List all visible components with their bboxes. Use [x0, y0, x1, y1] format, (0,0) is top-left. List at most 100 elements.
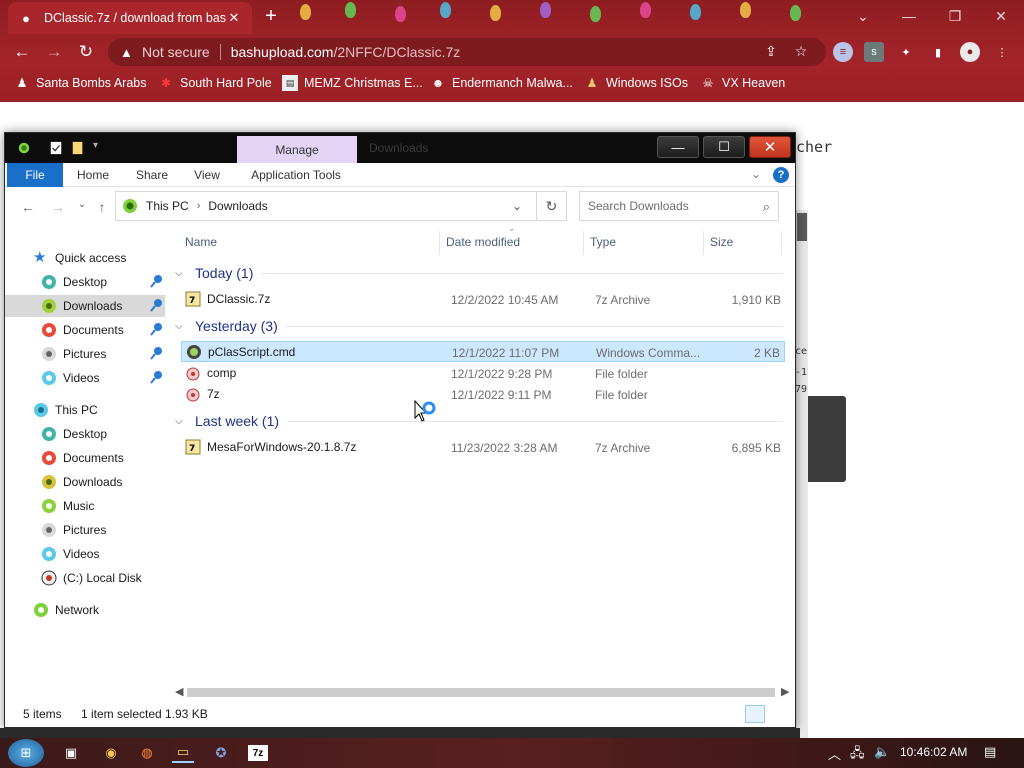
pin-icon[interactable]	[149, 322, 163, 338]
notifications-icon[interactable]: ▤	[984, 744, 996, 760]
tab-file[interactable]: File	[7, 163, 63, 187]
pin-icon[interactable]	[149, 370, 163, 386]
tab-search-icon[interactable]: ⌄	[840, 0, 886, 32]
taskbar-clock[interactable]: 10:46:02 AM	[900, 745, 967, 759]
nav-network[interactable]: Network	[5, 599, 165, 621]
explorer-address-bar[interactable]: This PC › Downloads ⌄ ↻	[115, 191, 567, 221]
pin-icon[interactable]	[149, 274, 163, 290]
browser-tab-active[interactable]: ● DClassic.7z / download from bashupload…	[8, 2, 252, 34]
file-explorer-taskbar-icon[interactable]: ▭	[172, 743, 194, 763]
reload-button[interactable]: ↻	[74, 40, 98, 64]
file-row[interactable]: 7 MesaForWindows-20.1.8.7z 11/23/2022 3:…	[181, 437, 785, 458]
file-row[interactable]: comp 12/1/2022 9:28 PM File folder	[181, 363, 785, 384]
chrome-taskbar-icon[interactable]: ◉	[100, 743, 122, 763]
scroll-left-icon[interactable]: ◀	[175, 685, 183, 698]
forward-button[interactable]: →	[42, 40, 66, 64]
nav-pc-local-disk[interactable]: (C:) Local Disk	[5, 567, 165, 589]
task-view-icon[interactable]: ▣	[60, 743, 82, 763]
tab-share[interactable]: Share	[127, 163, 177, 187]
up-arrow-icon[interactable]: ↑	[93, 199, 111, 215]
refresh-icon[interactable]: ↻	[536, 192, 566, 220]
horizontal-scrollbar[interactable]: ◀ ▶	[173, 685, 791, 699]
breadcrumb-downloads[interactable]: Downloads	[208, 199, 267, 213]
collapse-chevron-icon[interactable]: ⌵	[175, 321, 189, 332]
tab-view[interactable]: View	[185, 163, 229, 187]
collapse-chevron-icon[interactable]: ⌵	[175, 268, 189, 279]
extension-s-icon[interactable]: s	[864, 42, 884, 62]
bookmark-endermanch-malware[interactable]: ☻ Endermanch Malwa...	[430, 75, 573, 91]
nav-quick-desktop[interactable]: Desktop	[5, 271, 165, 293]
manage-contextual-tab[interactable]: Manage	[237, 136, 357, 163]
nav-pc-documents[interactable]: Documents	[5, 447, 165, 469]
profile-avatar-icon[interactable]: ●	[960, 42, 980, 62]
nav-quick-videos[interactable]: Videos	[5, 367, 165, 389]
restore-browser-button[interactable]: ❐	[932, 0, 978, 32]
background-scrollbar[interactable]	[796, 210, 808, 740]
bookmark-vx-heaven[interactable]: ☠ VX Heaven	[700, 75, 786, 91]
column-header-date[interactable]: Date modified	[446, 227, 520, 257]
background-scrollbar-thumb[interactable]	[797, 213, 807, 241]
file-row-selected[interactable]: pClasScript.cmd 12/1/2022 11:07 PM Windo…	[181, 341, 785, 362]
tab-home[interactable]: Home	[69, 163, 117, 187]
network-tray-icon[interactable]: 🖧	[850, 744, 865, 766]
maximize-button[interactable]: ☐	[703, 136, 745, 158]
collapse-chevron-icon[interactable]: ⌵	[175, 416, 189, 427]
firefox-taskbar-icon[interactable]: ◍	[136, 743, 158, 763]
group-header-yesterday[interactable]: ⌵ Yesterday (3)	[173, 316, 783, 336]
new-folder-icon[interactable]	[71, 141, 85, 155]
address-dropdown-icon[interactable]: ⌄	[512, 199, 522, 213]
minimize-button[interactable]: —	[657, 136, 699, 158]
scrollbar-thumb[interactable]	[187, 688, 775, 697]
forward-arrow-icon[interactable]: →	[49, 199, 67, 215]
column-header-name[interactable]: Name	[185, 227, 217, 257]
qat-dropdown-icon[interactable]: ▾	[93, 140, 98, 151]
recent-locations-icon[interactable]: ⌄	[73, 199, 91, 215]
nav-pc-videos[interactable]: Videos	[5, 543, 165, 565]
close-button[interactable]: ✕	[749, 136, 791, 158]
bookmark-south-hard-pole[interactable]: ✱ South Hard Pole	[158, 75, 272, 91]
nav-quick-downloads[interactable]: Downloads	[5, 295, 165, 317]
column-header-size[interactable]: Size	[710, 227, 733, 257]
column-header-type[interactable]: Type	[590, 227, 616, 257]
help-icon[interactable]: ?	[773, 167, 789, 183]
bookmark-windows-isos[interactable]: ♟ Windows ISOs	[584, 75, 688, 91]
nav-pc-downloads[interactable]: Downloads	[5, 471, 165, 493]
properties-icon[interactable]	[49, 141, 63, 155]
back-button[interactable]: ←	[10, 40, 34, 64]
breadcrumb-this-pc[interactable]: This PC	[146, 199, 189, 213]
new-tab-button[interactable]: +	[260, 6, 282, 28]
tab-application-tools[interactable]: Application Tools	[241, 163, 351, 187]
bookmark-memz-christmas[interactable]: ▤ MEMZ Christmas E...	[282, 75, 423, 91]
pin-icon[interactable]	[149, 298, 163, 314]
7zip-taskbar-icon[interactable]: 7z	[248, 745, 268, 761]
extensions-puzzle-icon[interactable]: ✦	[896, 42, 916, 62]
scroll-right-icon[interactable]: ▶	[781, 685, 789, 698]
extension-flag-icon[interactable]: ≡	[833, 42, 853, 62]
share-icon[interactable]: ⇪	[762, 43, 780, 61]
close-tab-icon[interactable]: ✕	[226, 10, 242, 26]
nav-this-pc[interactable]: This PC	[5, 399, 165, 421]
minimize-browser-button[interactable]: —	[886, 0, 932, 32]
close-browser-button[interactable]: ✕	[978, 0, 1024, 32]
nav-quick-pictures[interactable]: Pictures	[5, 343, 165, 365]
address-bar[interactable]: ▲ Not secure bashupload.com/2NFFC/DClass…	[108, 38, 826, 66]
group-header-today[interactable]: ⌵ Today (1)	[173, 263, 783, 283]
group-header-last-week[interactable]: ⌵ Last week (1)	[173, 411, 783, 431]
volume-tray-icon[interactable]: 🔈	[874, 744, 890, 760]
search-box[interactable]: ⌕	[579, 191, 779, 221]
show-hidden-icons-icon[interactable]: ︿	[828, 744, 841, 763]
file-row[interactable]: 7z 12/1/2022 9:11 PM File folder	[181, 384, 785, 405]
expand-ribbon-icon[interactable]: ⌄	[751, 167, 761, 181]
pin-icon[interactable]	[149, 346, 163, 362]
browser-menu-icon[interactable]: ⋮	[992, 42, 1012, 62]
bookmark-santa-bombs-arabs[interactable]: ♟ Santa Bombs Arabs	[14, 75, 147, 91]
side-panel-icon[interactable]: ▮	[928, 42, 948, 62]
nav-pc-music[interactable]: Music	[5, 495, 165, 517]
search-input[interactable]	[588, 199, 754, 213]
nav-pc-pictures[interactable]: Pictures	[5, 519, 165, 541]
details-view-icon[interactable]	[745, 705, 765, 723]
start-button[interactable]: ⊞	[8, 739, 44, 767]
nav-quick-access[interactable]: ★ Quick access	[5, 247, 165, 269]
nav-quick-documents[interactable]: Documents	[5, 319, 165, 341]
nav-pc-desktop[interactable]: Desktop	[5, 423, 165, 445]
